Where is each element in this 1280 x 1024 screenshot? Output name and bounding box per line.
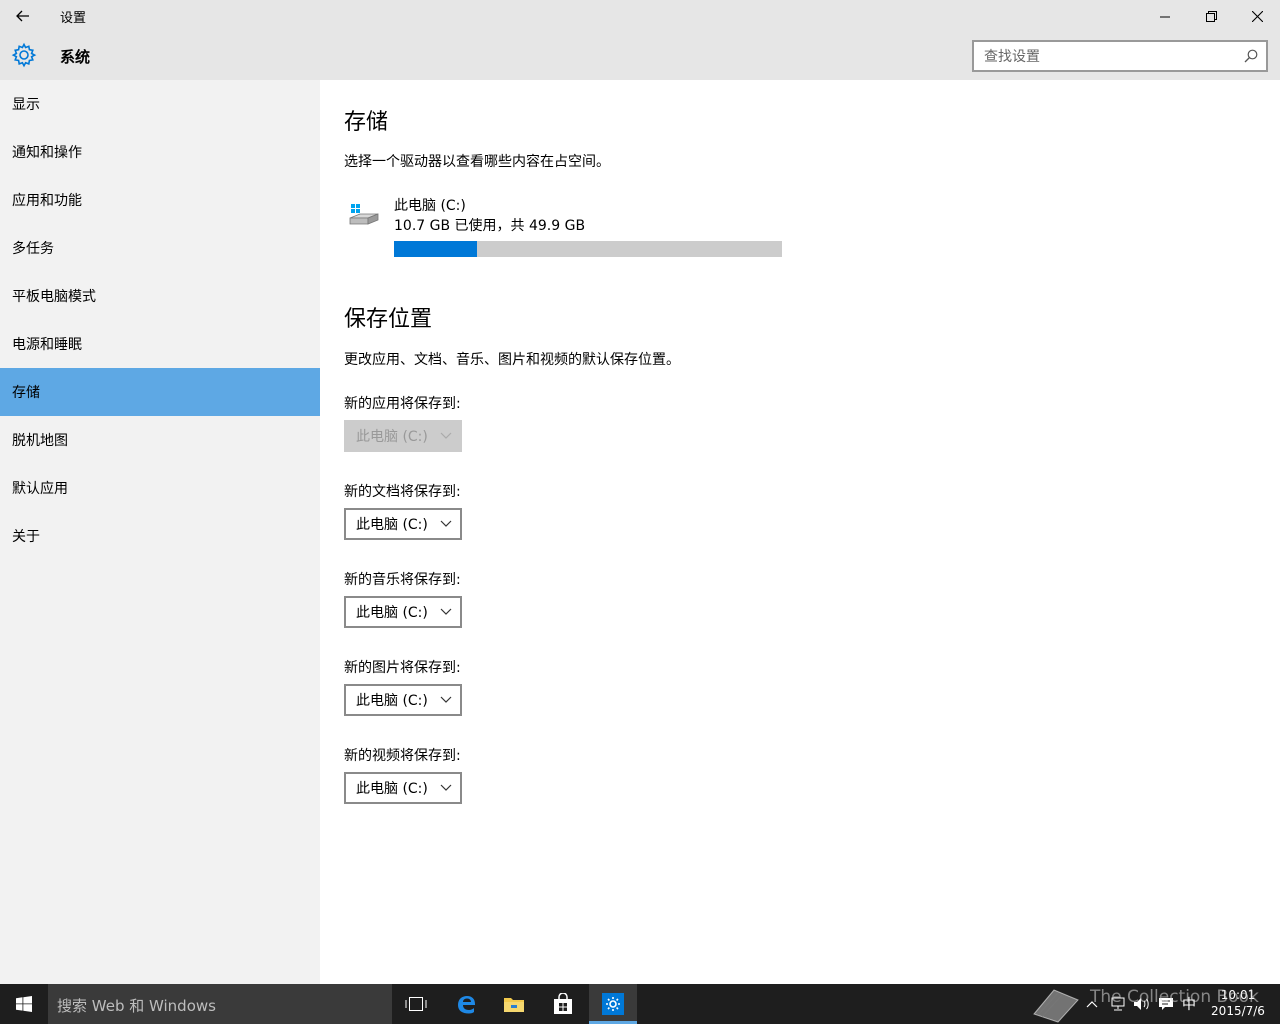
dropdown-value: 此电脑 (C:) xyxy=(356,605,428,621)
videos-save-label: 新的视频将保存到: xyxy=(344,748,461,764)
hard-drive-icon xyxy=(349,204,379,225)
drive-usage-bar xyxy=(394,241,782,257)
save-locations-heading: 保存位置 xyxy=(344,307,433,332)
back-arrow-icon xyxy=(16,10,29,22)
sidebar-item-label: 电源和睡眠 xyxy=(12,337,82,353)
sidebar-item-about[interactable]: 关于 xyxy=(0,512,320,560)
edge-button[interactable] xyxy=(442,984,490,1024)
chevron-down-icon xyxy=(440,608,452,615)
folder-icon xyxy=(504,998,524,1012)
save-locations-description: 更改应用、文档、音乐、图片和视频的默认保存位置。 xyxy=(344,352,680,368)
taskbar: 搜索 Web 和 Windows 中 10:01 2015/7/6 The Co… xyxy=(0,984,1280,1024)
documents-save-dropdown[interactable]: 此电脑 (C:) xyxy=(344,508,462,540)
window-title: 设置 xyxy=(60,11,87,26)
sidebar-item-label: 存储 xyxy=(12,385,40,401)
watermark-text: The Collection Book xyxy=(1090,987,1259,1007)
windows-logo-icon xyxy=(16,996,32,1012)
drive-name: 此电脑 (C:) xyxy=(394,198,466,214)
chevron-down-icon xyxy=(440,432,452,439)
dropdown-value: 此电脑 (C:) xyxy=(356,517,428,533)
taskbar-search-text: 搜索 Web 和 Windows xyxy=(57,997,216,1015)
search-icon[interactable] xyxy=(1244,49,1258,63)
sidebar-item-multitasking[interactable]: 多任务 xyxy=(0,224,320,272)
sidebar-item-display[interactable]: 显示 xyxy=(0,80,320,128)
taskbar-search-box[interactable]: 搜索 Web 和 Windows xyxy=(48,984,392,1024)
sidebar-item-label: 多任务 xyxy=(12,241,54,257)
drive-usage-text: 10.7 GB 已使用，共 49.9 GB xyxy=(394,218,586,234)
sidebar-nav: 显示 通知和操作 应用和功能 多任务 平板电脑模式 电源和睡眠 存储 脱机地图 … xyxy=(0,80,320,984)
close-button[interactable] xyxy=(1234,0,1280,32)
pictures-save-label: 新的图片将保存到: xyxy=(344,660,461,676)
settings-gear-icon xyxy=(602,993,624,1015)
chevron-down-icon xyxy=(440,696,452,703)
dropdown-value: 此电脑 (C:) xyxy=(356,429,428,445)
sidebar-item-label: 关于 xyxy=(12,529,40,545)
apps-save-label: 新的应用将保存到: xyxy=(344,396,461,412)
sidebar-item-label: 默认应用 xyxy=(12,481,68,497)
settings-search-box[interactable] xyxy=(972,40,1268,72)
search-input[interactable] xyxy=(984,48,1234,66)
sidebar-item-default-apps[interactable]: 默认应用 xyxy=(0,464,320,512)
chevron-down-icon xyxy=(440,784,452,791)
close-icon xyxy=(1251,10,1263,22)
storage-description: 选择一个驱动器以查看哪些内容在占空间。 xyxy=(344,154,610,170)
minimize-icon xyxy=(1159,16,1170,17)
settings-taskbar-button[interactable] xyxy=(589,984,637,1024)
apps-save-dropdown: 此电脑 (C:) xyxy=(344,420,462,452)
sidebar-item-label: 脱机地图 xyxy=(12,433,68,449)
sidebar-item-tablet-mode[interactable]: 平板电脑模式 xyxy=(0,272,320,320)
watermark-book-icon xyxy=(1033,989,1079,1023)
sidebar-item-label: 显示 xyxy=(12,97,40,113)
sidebar-item-apps[interactable]: 应用和功能 xyxy=(0,176,320,224)
store-bag-icon xyxy=(554,993,572,1014)
chevron-down-icon xyxy=(440,520,452,527)
dropdown-value: 此电脑 (C:) xyxy=(356,781,428,797)
minimize-button[interactable] xyxy=(1142,0,1188,32)
title-bar: 设置 xyxy=(0,0,1280,32)
restore-icon xyxy=(1205,10,1217,22)
music-save-dropdown[interactable]: 此电脑 (C:) xyxy=(344,596,462,628)
pictures-save-dropdown[interactable]: 此电脑 (C:) xyxy=(344,684,462,716)
gear-icon xyxy=(11,42,37,68)
back-button[interactable] xyxy=(0,0,46,32)
sidebar-item-power-sleep[interactable]: 电源和睡眠 xyxy=(0,320,320,368)
sidebar-item-offline-maps[interactable]: 脱机地图 xyxy=(0,416,320,464)
storage-heading: 存储 xyxy=(344,110,389,135)
edge-icon xyxy=(458,996,475,1014)
sidebar-item-storage[interactable]: 存储 xyxy=(0,368,320,416)
sidebar-item-label: 平板电脑模式 xyxy=(12,289,96,305)
sidebar-item-notifications[interactable]: 通知和操作 xyxy=(0,128,320,176)
restore-button[interactable] xyxy=(1188,0,1234,32)
music-save-label: 新的音乐将保存到: xyxy=(344,572,461,588)
task-view-button[interactable] xyxy=(392,984,440,1024)
page-title: 系统 xyxy=(60,48,91,66)
drive-item[interactable]: 此电脑 (C:) 10.7 GB 已使用，共 49.9 GB xyxy=(344,192,794,262)
file-explorer-button[interactable] xyxy=(490,984,538,1024)
main-content: 存储 选择一个驱动器以查看哪些内容在占空间。 此电脑 (C:) 10.7 GB … xyxy=(320,80,1280,984)
dropdown-value: 此电脑 (C:) xyxy=(356,693,428,709)
settings-header: 系统 xyxy=(0,32,1280,80)
start-button[interactable] xyxy=(0,984,48,1024)
videos-save-dropdown[interactable]: 此电脑 (C:) xyxy=(344,772,462,804)
store-button[interactable] xyxy=(539,984,587,1024)
sidebar-item-label: 通知和操作 xyxy=(12,145,82,161)
drive-usage-bar-fill xyxy=(394,241,478,257)
sidebar-item-label: 应用和功能 xyxy=(12,193,82,209)
documents-save-label: 新的文档将保存到: xyxy=(344,484,461,500)
task-view-icon xyxy=(405,997,427,1011)
